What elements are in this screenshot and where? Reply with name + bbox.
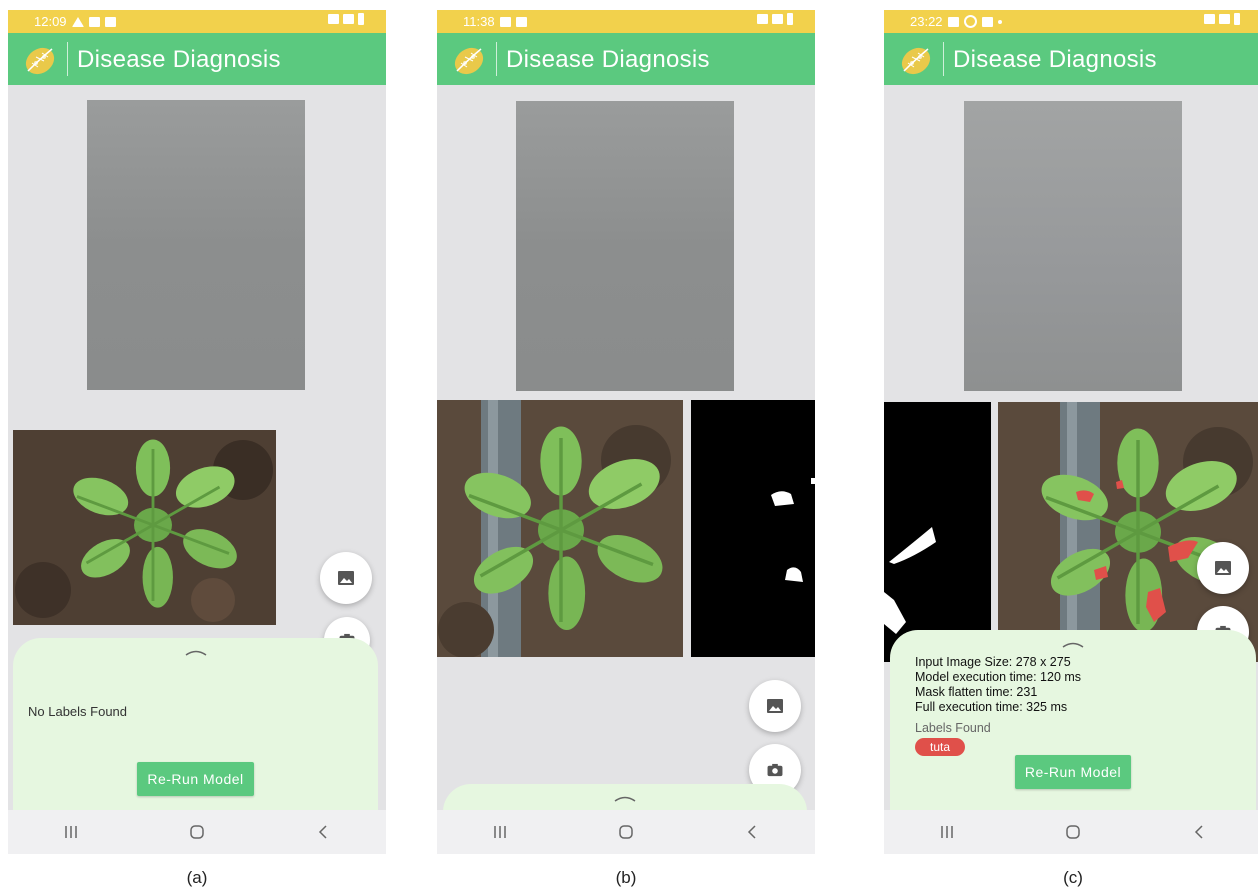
app-logo-icon [451, 41, 487, 77]
image-notification-icon [499, 16, 511, 27]
wifi-icon [757, 14, 768, 24]
signal-icon [772, 14, 783, 24]
mask-flatten-time: Mask flatten time: 231 [915, 685, 1038, 699]
back-button[interactable] [737, 820, 767, 844]
system-nav-bar [8, 810, 386, 854]
warning-icon [71, 16, 84, 27]
wifi-icon [328, 14, 339, 24]
full-execution-time: Full execution time: 325 ms [915, 700, 1068, 714]
caption-b: (b) [615, 868, 637, 887]
plant-photo [437, 400, 683, 657]
gallery-icon [1215, 561, 1231, 575]
system-nav-bar [437, 810, 815, 854]
rerun-model-button[interactable]: Re-Run Model [137, 762, 254, 796]
input-image-size: Input Image Size: 278 x 275 [915, 655, 1071, 669]
circle-notification-icon [963, 15, 977, 28]
home-button[interactable] [1058, 820, 1088, 844]
sheet-handle-icon[interactable] [185, 648, 207, 656]
phone-screen-b: 11:38 Disease Diagnosis [437, 10, 815, 854]
back-icon [747, 825, 756, 839]
input-photo [516, 101, 734, 391]
app-logo-icon [22, 41, 58, 77]
dot-icon [997, 19, 1002, 24]
status-bar: 23:22 [884, 10, 1258, 33]
message-icon [515, 16, 527, 27]
bottom-sheet[interactable]: No Labels Found Re-Run Model [13, 638, 378, 818]
caption-a: (a) [186, 868, 208, 887]
home-icon [619, 825, 633, 839]
app-title: Disease Diagnosis [953, 46, 1157, 73]
sheet-handle-icon[interactable] [1062, 640, 1084, 648]
back-button[interactable] [308, 820, 338, 844]
airplane-icon [1219, 14, 1230, 24]
back-button[interactable] [1184, 820, 1214, 844]
image-notification-icon [88, 16, 100, 27]
label-chip[interactable]: tuta [915, 738, 966, 756]
bottom-sheet[interactable]: Input Image Size: 278 x 275 Model execut… [890, 630, 1256, 820]
message-icon [104, 16, 116, 27]
app-bar-divider [943, 42, 944, 76]
battery-icon [358, 13, 364, 25]
recent-apps-icon [65, 826, 77, 838]
recent-apps-icon [494, 826, 506, 838]
gallery-button[interactable] [749, 680, 801, 732]
plant-photo [13, 430, 276, 625]
caption-c: (c) [1063, 868, 1083, 887]
segmentation-mask [884, 402, 991, 662]
system-nav-bar [884, 810, 1258, 854]
gallery-icon [767, 699, 783, 713]
recent-apps-button[interactable] [485, 820, 515, 844]
mute-icon [1204, 14, 1215, 24]
home-button[interactable] [611, 820, 641, 844]
phone-screen-a: 12:09 Disease Diagnosis No Labels Found … [8, 10, 386, 854]
app-title: Disease Diagnosis [77, 46, 281, 73]
no-labels-message: No Labels Found [28, 704, 128, 719]
status-bar: 12:09 [8, 10, 386, 33]
model-execution-time: Model execution time: 120 ms [915, 670, 1082, 684]
results-panel: Input Image Size: 278 x 275 Model execut… [915, 655, 1081, 756]
battery-icon [1234, 13, 1240, 25]
sheet-handle-icon[interactable] [614, 794, 636, 802]
app-bar: Disease Diagnosis [8, 33, 386, 85]
gallery-button[interactable] [1197, 542, 1249, 594]
battery-icon [787, 13, 793, 25]
phone-screen-c: 23:22 Disease Diagnosis Input Image Size… [884, 10, 1258, 854]
rerun-model-button[interactable]: Re-Run Model [1015, 755, 1131, 789]
status-time: 12:09 [34, 14, 67, 29]
input-photo [964, 101, 1182, 391]
recent-apps-button[interactable] [56, 820, 86, 844]
back-icon [1194, 825, 1203, 839]
home-button[interactable] [182, 820, 212, 844]
status-time: 11:38 [463, 14, 495, 29]
input-photo [87, 100, 305, 390]
home-icon [1066, 825, 1080, 839]
app-bar-divider [67, 42, 68, 76]
gallery-button[interactable] [320, 552, 372, 604]
gallery-icon [338, 571, 354, 585]
nfc-icon [981, 16, 993, 27]
segmentation-mask [691, 400, 815, 657]
camera-icon [767, 763, 783, 777]
recent-apps-icon [941, 826, 953, 838]
app-bar: Disease Diagnosis [884, 33, 1258, 85]
signal-icon [343, 14, 354, 24]
status-bar: 11:38 [437, 10, 815, 33]
app-bar-divider [496, 42, 497, 76]
notification-icon [947, 16, 959, 27]
app-bar: Disease Diagnosis [437, 33, 815, 85]
labels-found-title: Labels Found [915, 721, 991, 735]
app-logo-icon [898, 41, 934, 77]
home-icon [190, 825, 204, 839]
back-icon [318, 825, 327, 839]
app-title: Disease Diagnosis [506, 46, 710, 73]
recent-apps-button[interactable] [932, 820, 962, 844]
status-time: 23:22 [910, 14, 943, 29]
